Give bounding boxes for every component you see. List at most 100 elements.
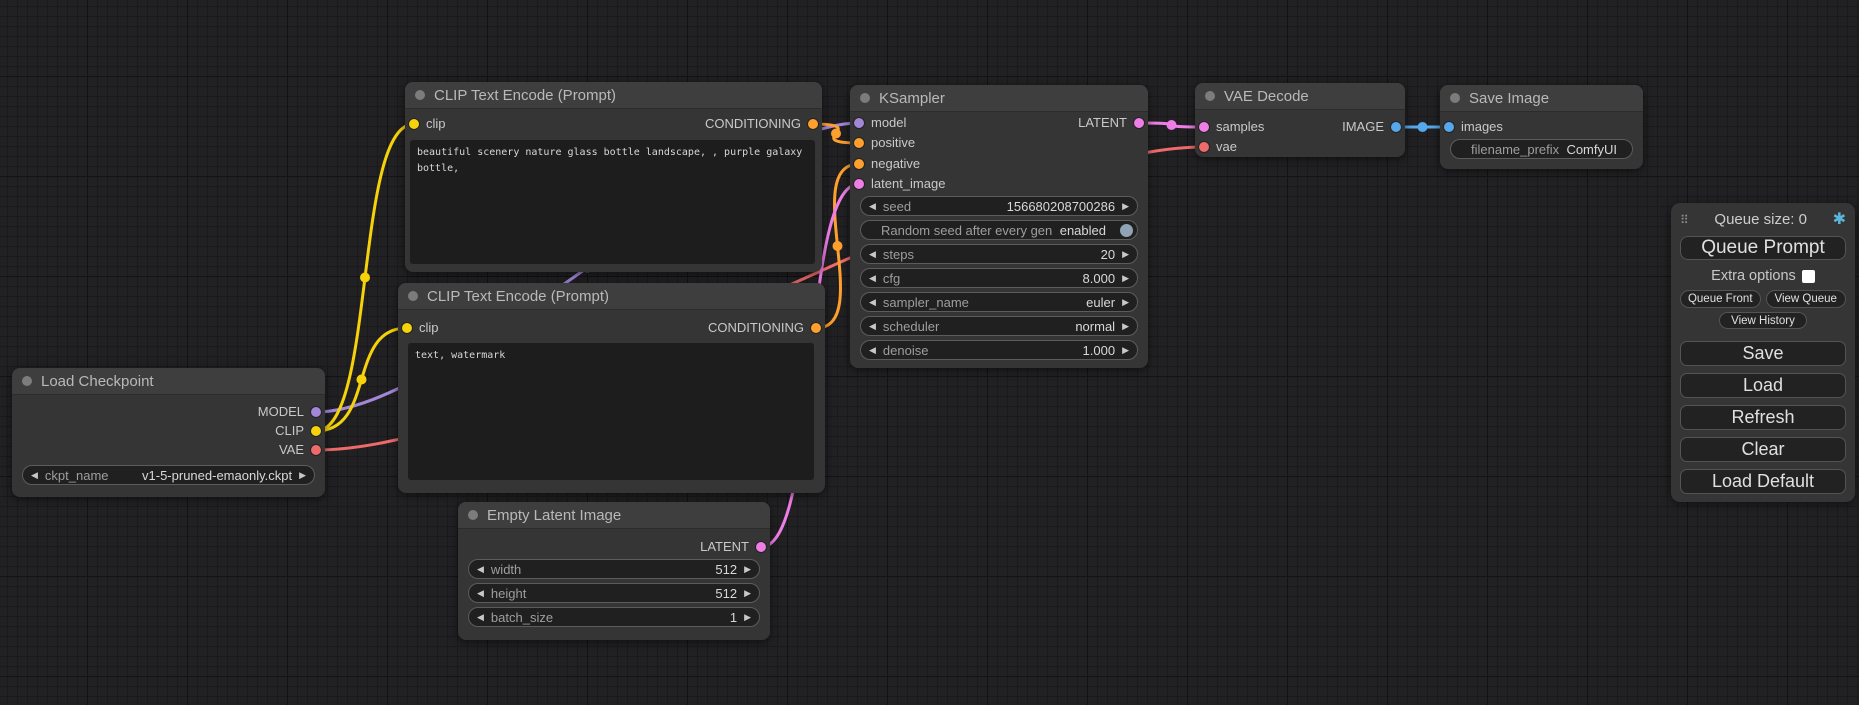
node-empty-latent[interactable]: Empty Latent Image LATENT ◀width512▶ ◀heigh… — [458, 502, 770, 640]
decrement-arrow-icon[interactable]: ◀ — [869, 297, 876, 307]
node-title: VAE Decode — [1224, 88, 1309, 105]
VAE-output-port[interactable] — [311, 445, 321, 455]
node-title: CLIP Text Encode (Prompt) — [427, 288, 609, 305]
node-graph-canvas[interactable]: ⠿ Queue size: 0 ✱ Queue Prompt Extra opt… — [0, 0, 1859, 705]
increment-arrow-icon[interactable]: ▶ — [299, 470, 306, 480]
CONDITIONING-output-port[interactable] — [811, 323, 821, 333]
queue-panel: ⠿ Queue size: 0 ✱ Queue Prompt Extra opt… — [1671, 203, 1855, 502]
increment-arrow-icon[interactable]: ▶ — [1122, 345, 1129, 355]
IMAGE-output-port[interactable] — [1391, 122, 1401, 132]
CLIP-output-port[interactable] — [311, 426, 321, 436]
increment-arrow-icon[interactable]: ▶ — [744, 588, 751, 598]
port-label: CONDITIONING — [708, 321, 804, 335]
node-load-checkpoint[interactable]: Load CheckpointMODELCLIPVAE◀ckpt_namev1-… — [12, 368, 325, 497]
decrement-arrow-icon[interactable]: ◀ — [477, 588, 484, 598]
decrement-arrow-icon[interactable]: ◀ — [869, 321, 876, 331]
samples-input-port[interactable] — [1199, 122, 1209, 132]
widget-filename_prefix[interactable]: filename_prefixComfyUI — [1450, 139, 1633, 159]
positive-input-port[interactable] — [854, 138, 864, 148]
images-input-port[interactable] — [1444, 122, 1454, 132]
node-save-image[interactable]: Save Image images filename_prefixComfyUI — [1440, 85, 1643, 169]
collapse-dot-icon[interactable] — [1205, 91, 1215, 101]
clip-input-port[interactable] — [409, 119, 419, 129]
node-title-bar[interactable]: CLIP Text Encode (Prompt) — [398, 283, 825, 310]
collapse-dot-icon[interactable] — [415, 90, 425, 100]
node-title-bar[interactable]: Load Checkpoint — [12, 368, 325, 395]
node-clip-encode-negative[interactable]: CLIP Text Encode (Prompt)clipCONDITIONIN… — [398, 283, 825, 493]
collapse-dot-icon[interactable] — [468, 510, 478, 520]
toggle-knob-icon[interactable] — [1120, 224, 1133, 237]
CONDITIONING-output-port[interactable] — [808, 119, 818, 129]
port-label: images — [1461, 120, 1503, 134]
node-title-bar[interactable]: KSampler — [850, 85, 1148, 112]
node-title-bar[interactable]: VAE Decode — [1195, 83, 1405, 110]
decrement-arrow-icon[interactable]: ◀ — [869, 345, 876, 355]
widget-batch_size[interactable]: ◀batch_size1▶ — [468, 607, 760, 627]
increment-arrow-icon[interactable]: ▶ — [1122, 297, 1129, 307]
collapse-dot-icon[interactable] — [408, 291, 418, 301]
settings-gear-icon[interactable]: ✱ — [1833, 212, 1846, 228]
collapse-dot-icon[interactable] — [1450, 93, 1460, 103]
link-midpoint-dot — [1418, 122, 1428, 132]
widget-seed[interactable]: ◀seed156680208700286▶ — [860, 196, 1138, 216]
LATENT-output-port[interactable] — [756, 542, 766, 552]
decrement-arrow-icon[interactable]: ◀ — [869, 201, 876, 211]
increment-arrow-icon[interactable]: ▶ — [744, 612, 751, 622]
model-input-port[interactable] — [854, 118, 864, 128]
widget-value: 1 — [730, 610, 737, 625]
increment-arrow-icon[interactable]: ▶ — [1122, 249, 1129, 259]
widget-height[interactable]: ◀height512▶ — [468, 583, 760, 603]
increment-arrow-icon[interactable]: ▶ — [744, 564, 751, 574]
link-midpoint-dot — [831, 129, 841, 139]
widget-steps[interactable]: ◀steps20▶ — [860, 244, 1138, 264]
widget-width[interactable]: ◀width512▶ — [468, 559, 760, 579]
clear-button[interactable]: Clear — [1680, 437, 1846, 462]
save-button[interactable]: Save — [1680, 341, 1846, 366]
port-label: LATENT — [700, 540, 749, 554]
node-clip-encode-positive[interactable]: CLIP Text Encode (Prompt)clipCONDITIONIN… — [405, 82, 822, 272]
collapse-dot-icon[interactable] — [22, 376, 32, 386]
node-ksampler[interactable]: KSamplermodelpositivenegativelatent_imag… — [850, 85, 1148, 368]
increment-arrow-icon[interactable]: ▶ — [1122, 321, 1129, 331]
view-history-button[interactable]: View History — [1719, 312, 1807, 329]
widget-cfg[interactable]: ◀cfg8.000▶ — [860, 268, 1138, 288]
view-queue-button[interactable]: View Queue — [1766, 290, 1847, 308]
node-title: Load Checkpoint — [41, 373, 154, 390]
node-title-bar[interactable]: Save Image — [1440, 85, 1643, 112]
prompt-textarea[interactable]: beautiful scenery nature glass bottle la… — [410, 140, 815, 264]
decrement-arrow-icon[interactable]: ◀ — [31, 470, 38, 480]
decrement-arrow-icon[interactable]: ◀ — [869, 273, 876, 283]
node-title-bar[interactable]: Empty Latent Image — [458, 502, 770, 529]
extra-options-checkbox[interactable] — [1802, 270, 1815, 283]
node-title-bar[interactable]: CLIP Text Encode (Prompt) — [405, 82, 822, 109]
increment-arrow-icon[interactable]: ▶ — [1122, 201, 1129, 211]
drag-handle-icon[interactable]: ⠿ — [1680, 214, 1689, 226]
clip-input-port[interactable] — [402, 323, 412, 333]
widget-sampler_name[interactable]: ◀sampler_nameeuler▶ — [860, 292, 1138, 312]
decrement-arrow-icon[interactable]: ◀ — [869, 249, 876, 259]
queue-prompt-button[interactable]: Queue Prompt — [1680, 236, 1846, 260]
increment-arrow-icon[interactable]: ▶ — [1122, 273, 1129, 283]
latent_image-input-port[interactable] — [854, 179, 864, 189]
widget-ckpt_name[interactable]: ◀ckpt_namev1-5-pruned-emaonly.ckpt▶ — [22, 465, 315, 485]
queue-panel-header: ⠿ Queue size: 0 ✱ — [1680, 211, 1846, 229]
extra-options-row: Extra options — [1680, 268, 1846, 284]
decrement-arrow-icon[interactable]: ◀ — [477, 612, 484, 622]
collapse-dot-icon[interactable] — [860, 93, 870, 103]
load-button[interactable]: Load — [1680, 373, 1846, 398]
negative-input-port[interactable] — [854, 159, 864, 169]
vae-input-port[interactable] — [1199, 142, 1209, 152]
node-vae-decode[interactable]: VAE DecodesamplesvaeIMAGE — [1195, 83, 1405, 157]
load-default-button[interactable]: Load Default — [1680, 469, 1846, 494]
widget-random-seed-after-every-gen[interactable]: Random seed after every genenabled — [860, 220, 1138, 240]
MODEL-output-port[interactable] — [311, 407, 321, 417]
prompt-textarea[interactable]: text, watermark — [408, 343, 814, 480]
widget-label: denoise — [883, 343, 929, 358]
queue-front-button[interactable]: Queue Front — [1680, 290, 1761, 308]
widget-denoise[interactable]: ◀denoise1.000▶ — [860, 340, 1138, 360]
decrement-arrow-icon[interactable]: ◀ — [477, 564, 484, 574]
link-midpoint-dot — [357, 375, 367, 385]
LATENT-output-port[interactable] — [1134, 118, 1144, 128]
refresh-button[interactable]: Refresh — [1680, 405, 1846, 430]
widget-scheduler[interactable]: ◀schedulernormal▶ — [860, 316, 1138, 336]
